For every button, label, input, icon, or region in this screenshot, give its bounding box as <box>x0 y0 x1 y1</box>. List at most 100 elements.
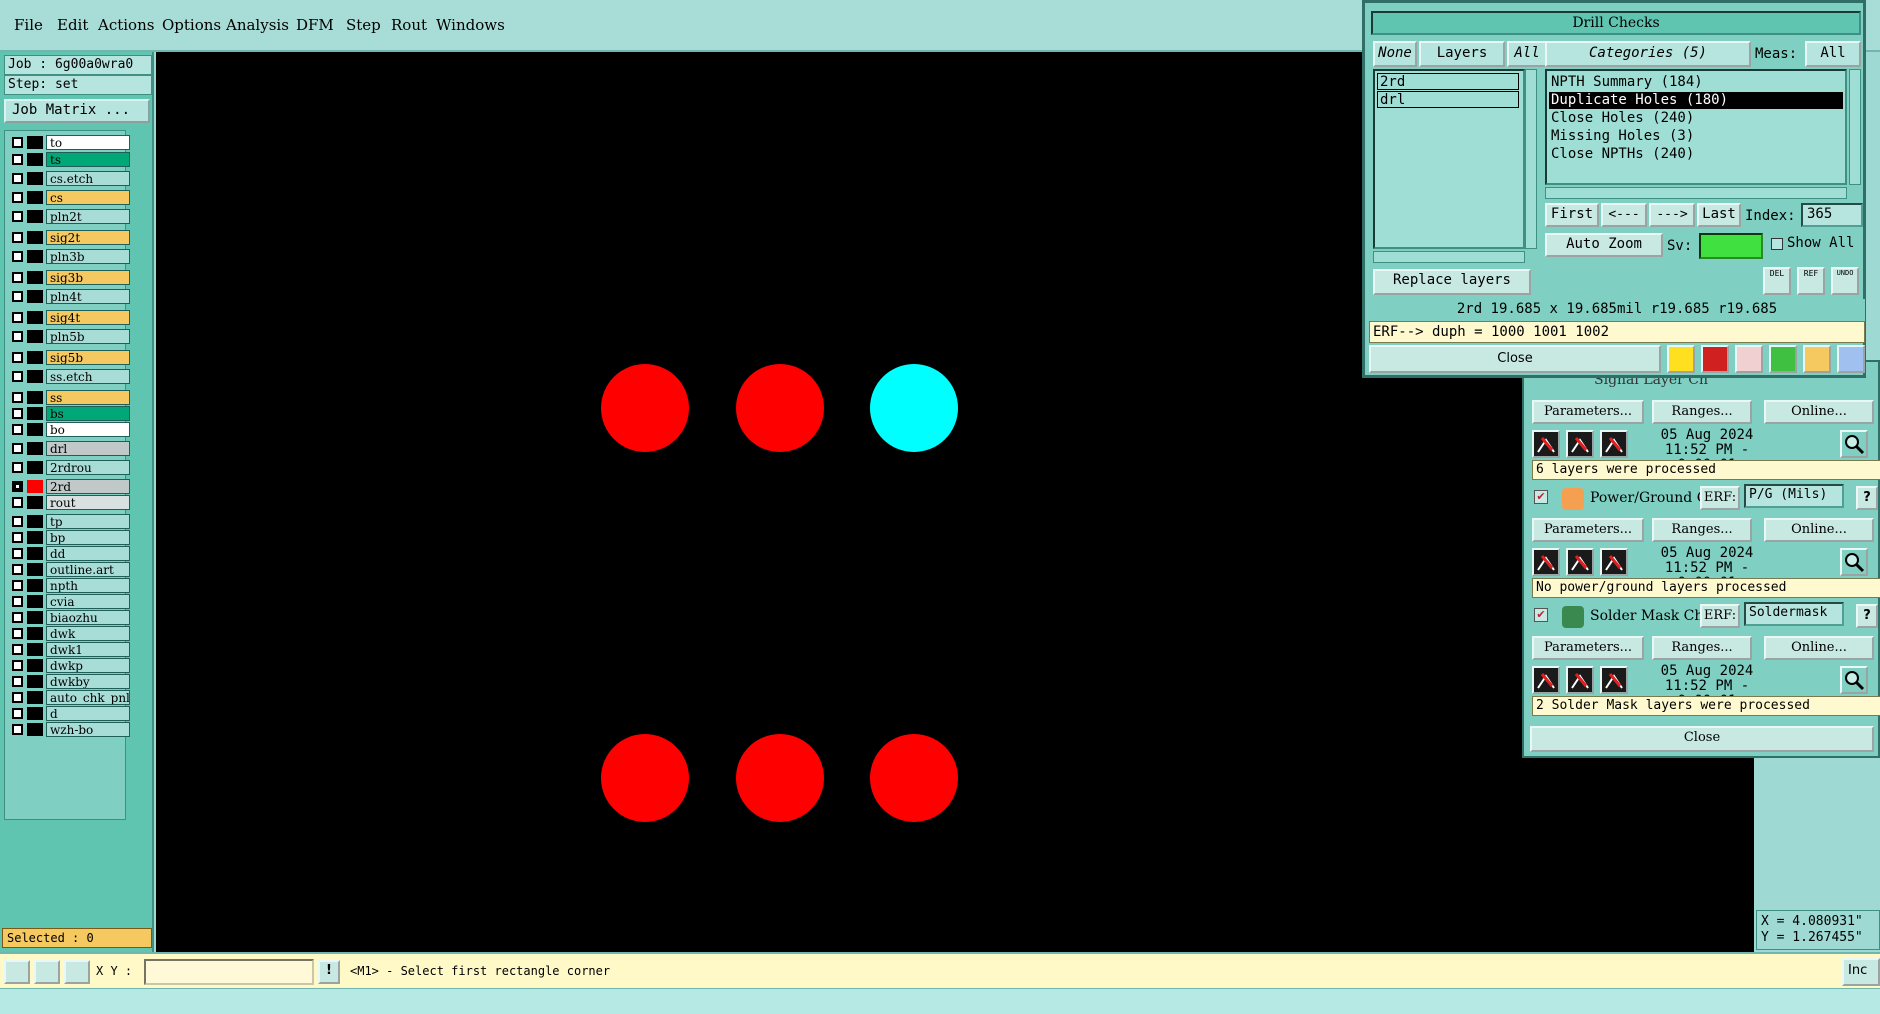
drill-pad[interactable] <box>601 364 689 452</box>
layer-name[interactable]: cvia <box>46 594 130 609</box>
menu-rout[interactable]: Rout <box>391 16 427 34</box>
layer-name[interactable]: to <box>46 135 130 150</box>
category-listbox[interactable]: NPTH Summary (184) Duplicate Holes (180)… <box>1545 69 1847 185</box>
layer-checkbox[interactable] <box>12 424 23 435</box>
run-icon[interactable] <box>1566 548 1594 576</box>
layer-listbox[interactable]: 2rd drl <box>1373 69 1525 249</box>
layer-checkbox[interactable] <box>12 312 23 323</box>
auto-zoom-select[interactable]: Auto Zoom <box>1545 233 1663 257</box>
layer-row[interactable]: cs <box>8 190 130 205</box>
layer-name[interactable]: biaozhu <box>46 610 130 625</box>
layer-checkbox[interactable] <box>12 580 23 591</box>
layer-color-swatch[interactable] <box>27 172 43 185</box>
run-icon[interactable] <box>1566 666 1594 694</box>
xy-input[interactable] <box>144 959 314 985</box>
layer-name[interactable]: drl <box>46 441 130 456</box>
layer-row[interactable]: wzh-bo <box>8 722 130 737</box>
category-scrollbar[interactable] <box>1849 69 1861 185</box>
layer-row[interactable]: bo <box>8 422 130 437</box>
layer-row[interactable]: dd <box>8 546 130 561</box>
layer-row[interactable]: bp <box>8 530 130 545</box>
layer-color-swatch[interactable] <box>27 691 43 704</box>
layer-checkbox[interactable] <box>12 331 23 342</box>
layer-row[interactable]: ss <box>8 390 130 405</box>
pg-ranges-button[interactable]: Ranges... <box>1652 518 1752 542</box>
layer-name[interactable]: pln2t <box>46 209 130 224</box>
layer-color-swatch[interactable] <box>27 461 43 474</box>
layer-name[interactable]: dwkp <box>46 658 130 673</box>
layer-row[interactable]: dwk1 <box>8 642 130 657</box>
drill-pad[interactable] <box>736 364 824 452</box>
layer-checkbox[interactable] <box>12 462 23 473</box>
drill-pad[interactable] <box>601 734 689 822</box>
layer-checkbox[interactable] <box>12 564 23 575</box>
layer-name[interactable]: ts <box>46 152 130 167</box>
export-icon[interactable] <box>1769 345 1797 373</box>
layer-list-scrollbar[interactable] <box>1525 69 1537 249</box>
next-button[interactable]: ---> <box>1649 203 1695 227</box>
layer-row[interactable]: auto_chk_pnl <box>8 690 130 705</box>
layer-checkbox[interactable] <box>12 272 23 283</box>
info-icon[interactable]: ! <box>318 960 340 984</box>
layer-name[interactable]: bo <box>46 422 130 437</box>
menu-actions[interactable]: Actions <box>98 16 154 34</box>
cancel-icon[interactable] <box>1735 345 1763 373</box>
layer-color-swatch[interactable] <box>27 707 43 720</box>
layer-row[interactable]: d <box>8 706 130 721</box>
layer-checkbox[interactable] <box>12 408 23 419</box>
layer-color-swatch[interactable] <box>27 391 43 404</box>
category-hscrollbar[interactable] <box>1545 187 1847 199</box>
sm-online-button[interactable]: Online... <box>1764 636 1874 660</box>
layer-row[interactable]: to <box>8 135 130 150</box>
category-item[interactable]: Duplicate Holes (180) <box>1549 92 1843 109</box>
layer-color-swatch[interactable] <box>27 531 43 544</box>
layer-name[interactable]: d <box>46 706 130 721</box>
layer-color-swatch[interactable] <box>27 423 43 436</box>
layer-checkbox[interactable] <box>12 676 23 687</box>
layer-color-swatch[interactable] <box>27 515 43 528</box>
sm-parameters-button[interactable]: Parameters... <box>1532 636 1644 660</box>
layer-color-swatch[interactable] <box>27 330 43 343</box>
layer-name[interactable]: rout <box>46 495 130 510</box>
run-icon[interactable] <box>1600 430 1628 458</box>
layer-checkbox[interactable] <box>12 516 23 527</box>
layer-color-swatch[interactable] <box>27 370 43 383</box>
layer-checkbox[interactable] <box>12 137 23 148</box>
layer-name[interactable]: cs <box>46 190 130 205</box>
layer-row[interactable]: outline.art <box>8 562 130 577</box>
pg-check-checkbox[interactable]: ✔ <box>1534 490 1548 504</box>
layer-checkbox[interactable] <box>12 352 23 363</box>
layer-color-swatch[interactable] <box>27 579 43 592</box>
layer-row[interactable]: sig3b <box>8 270 130 285</box>
layer-name[interactable]: sig2t <box>46 230 130 245</box>
show-all-checkbox[interactable] <box>1771 238 1783 250</box>
grid-tool-icon[interactable] <box>64 960 90 984</box>
layer-checkbox[interactable] <box>12 232 23 243</box>
zoom-icon[interactable] <box>1840 666 1868 694</box>
layer-row[interactable]: 2rd <box>8 479 130 494</box>
layer-color-swatch[interactable] <box>27 231 43 244</box>
index-field[interactable]: 365 <box>1801 203 1863 227</box>
sm-check-checkbox[interactable]: ✔ <box>1534 608 1548 622</box>
layer-color-swatch[interactable] <box>27 480 43 493</box>
sm-ranges-button[interactable]: Ranges... <box>1652 636 1752 660</box>
inc-button[interactable]: Inc <box>1842 958 1880 986</box>
layer-row[interactable]: pln2t <box>8 209 130 224</box>
layer-row[interactable]: dwkby <box>8 674 130 689</box>
layer-list-hscrollbar[interactable] <box>1373 251 1525 263</box>
menu-windows[interactable]: Windows <box>436 16 505 34</box>
layer-name[interactable]: cs.etch <box>46 171 130 186</box>
layer-row[interactable]: drl <box>8 441 130 456</box>
layer-row[interactable]: 2rdrou <box>8 460 130 475</box>
menu-dfm[interactable]: DFM <box>296 16 334 34</box>
layer-color-swatch[interactable] <box>27 496 43 509</box>
sv-color-select[interactable] <box>1699 233 1763 259</box>
checklist-close-button[interactable]: Close <box>1530 726 1874 752</box>
layer-row[interactable]: sig2t <box>8 230 130 245</box>
layer-name[interactable]: ss.etch <box>46 369 130 384</box>
run-icon[interactable] <box>1600 666 1628 694</box>
meas-select[interactable]: All <box>1805 41 1861 67</box>
undo-icon[interactable]: UNDO <box>1831 267 1859 295</box>
layer-color-swatch[interactable] <box>27 351 43 364</box>
zoom-icon[interactable] <box>1840 548 1868 576</box>
